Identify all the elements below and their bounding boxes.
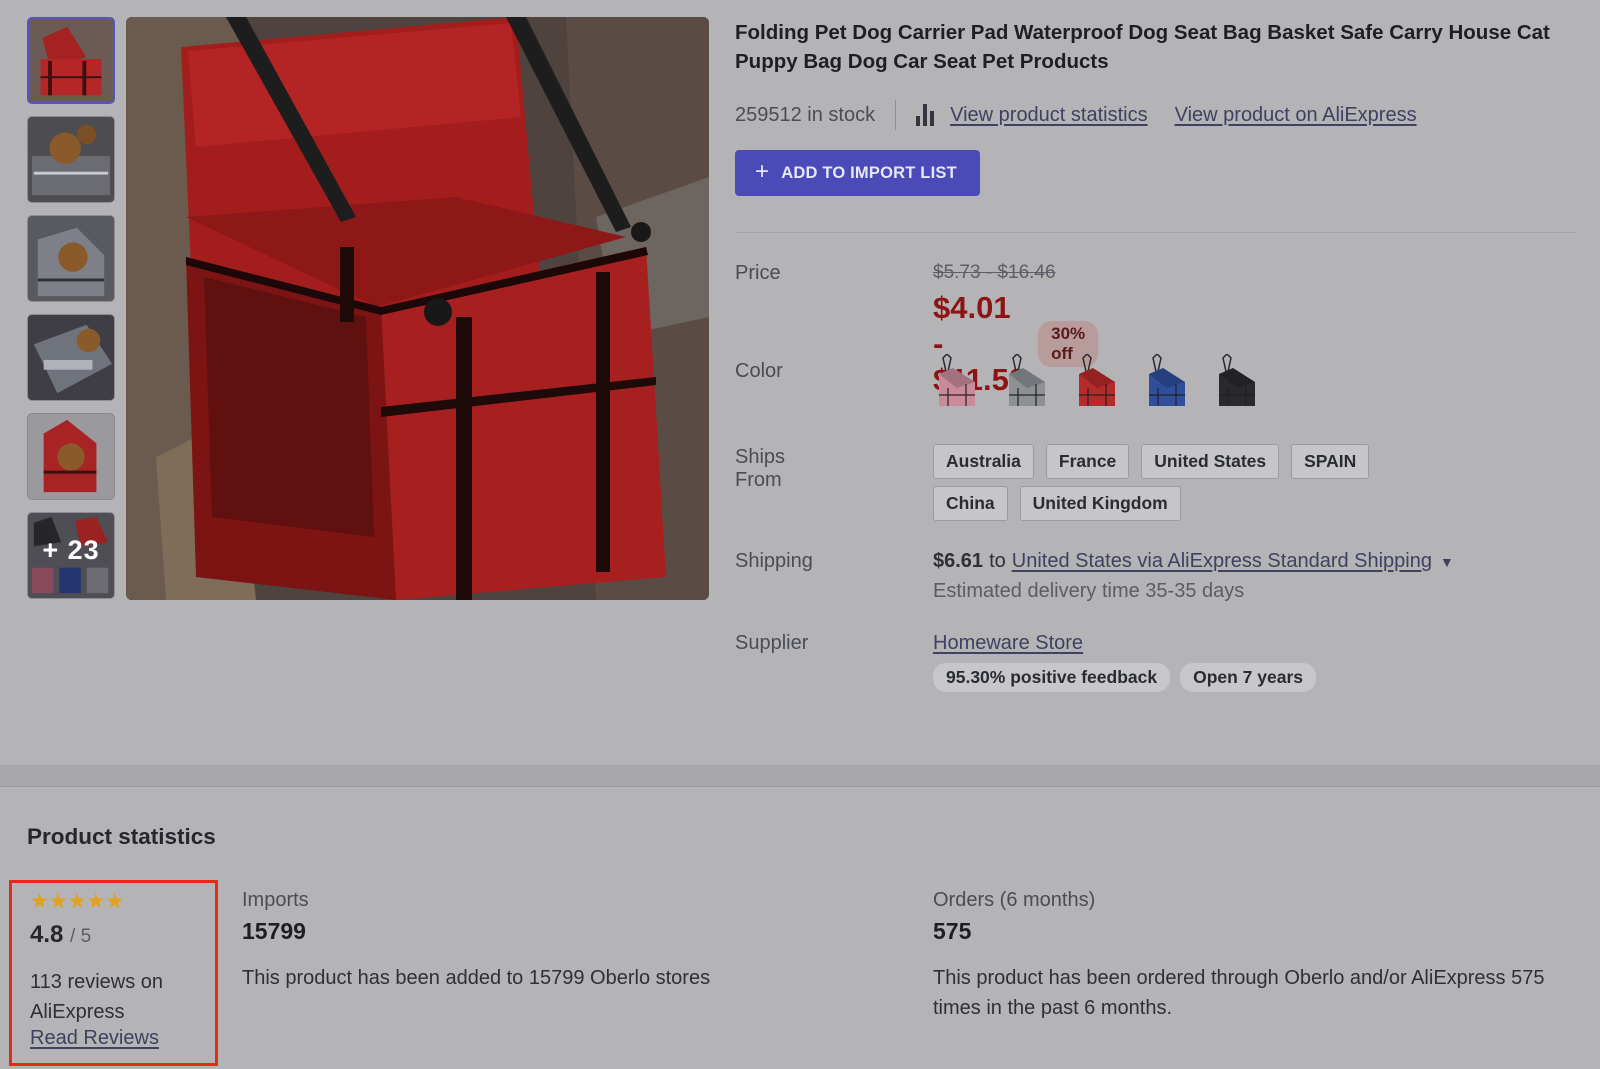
shipping-to-text: to — [989, 550, 1006, 572]
ships-from-united-kingdom[interactable]: United Kingdom — [1019, 486, 1181, 521]
orders-stat: Orders (6 months) 575 This product has b… — [933, 889, 1573, 1023]
ships-from-china[interactable]: China — [933, 486, 1008, 521]
rating-value-line: 4.8 / 5 — [30, 921, 215, 949]
imports-description: This product has been added to 15799 Obe… — [242, 967, 711, 989]
add-to-import-list-label: ADD TO IMPORT LIST — [781, 163, 957, 182]
section-separator — [0, 765, 1600, 787]
thumbnail-image — [29, 19, 113, 102]
color-swatch-black[interactable] — [1213, 354, 1259, 410]
meta-divider — [895, 100, 897, 130]
ships-from-spain[interactable]: SPAIN — [1291, 444, 1370, 479]
imports-stat: Imports 15799 This product has been adde… — [242, 889, 802, 993]
star-rating-icon: ★★★★★ — [30, 890, 125, 913]
thumbnail-image — [28, 315, 114, 400]
orders-label: Orders (6 months) — [933, 889, 1096, 911]
thumbnail-image — [28, 216, 114, 301]
thumbnail-4[interactable] — [27, 314, 115, 401]
color-label: Color — [735, 360, 783, 382]
thumbnail-2[interactable] — [27, 116, 115, 203]
product-statistics-title: Product statistics — [27, 824, 216, 849]
carrier-icon — [939, 354, 975, 406]
orders-description: This product has been ordered through Ob… — [933, 967, 1545, 1019]
shipping-label: Shipping — [735, 550, 813, 572]
supplier-age-badge: Open 7 years — [1180, 663, 1316, 692]
product-title: Folding Pet Dog Carrier Pad Waterproof D… — [735, 21, 1550, 73]
ships-from-options: Australia France United States SPAIN Chi… — [933, 444, 1403, 521]
bar-chart-icon — [916, 104, 935, 126]
shipping-details: $6.61 to United States via AliExpress St… — [933, 550, 1573, 603]
plus-icon: + — [755, 157, 770, 185]
rating-value: 4.8 — [30, 921, 64, 948]
price-label: Price — [735, 262, 781, 284]
carrier-icon — [1079, 354, 1115, 406]
thumbnail-3[interactable] — [27, 215, 115, 302]
carrier-icon — [1219, 354, 1255, 406]
thumbnail-image — [28, 414, 114, 499]
thumbnail-more[interactable]: + 23 — [27, 512, 115, 599]
ships-from-united-states[interactable]: United States — [1141, 444, 1280, 479]
ships-from-australia[interactable]: Australia — [933, 444, 1034, 479]
supplier-feedback-badge: 95.30% positive feedback — [933, 663, 1171, 692]
carrier-icon — [1009, 354, 1045, 406]
review-count: 113 reviews on AliExpress — [30, 971, 164, 1023]
thumbnail-list: + 23 — [27, 17, 115, 611]
thumbnail-5[interactable] — [27, 413, 115, 500]
shipping-price: $6.61 — [933, 550, 984, 572]
stock-count: 259512 in stock — [735, 103, 876, 126]
color-swatch-pink[interactable] — [933, 354, 979, 410]
imports-label: Imports — [242, 889, 309, 911]
product-photo — [126, 17, 709, 600]
color-swatch-grey[interactable] — [1003, 354, 1049, 410]
carrier-icon — [1149, 354, 1185, 406]
color-swatch-red[interactable] — [1073, 354, 1119, 410]
main-product-image[interactable] — [126, 17, 709, 600]
ships-from-france[interactable]: France — [1045, 444, 1130, 479]
imports-value: 15799 — [242, 918, 306, 944]
shipping-method-link[interactable]: United States via AliExpress Standard Sh… — [1012, 550, 1432, 573]
supplier-details: Homeware Store 95.30% positive feedback … — [933, 632, 1573, 692]
ships-from-label: Ships From — [735, 446, 786, 491]
color-swatches — [933, 354, 1259, 410]
view-on-aliexpress-link[interactable]: View product on AliExpress — [1175, 104, 1417, 127]
product-meta-row: 259512 in stock View product statistics … — [735, 100, 1575, 130]
product-info: Folding Pet Dog Carrier Pad Waterproof D… — [735, 18, 1576, 233]
more-images-count: + 23 — [42, 535, 100, 565]
supplier-name-link[interactable]: Homeware Store — [933, 632, 1573, 655]
thumbnail-1[interactable] — [27, 17, 115, 104]
color-swatch-blue[interactable] — [1143, 354, 1189, 410]
view-product-statistics-link[interactable]: View product statistics — [950, 104, 1148, 127]
section-divider — [735, 232, 1576, 233]
delivery-estimate: Estimated delivery time 35-35 days — [933, 580, 1245, 602]
original-price: $5.73 - $16.46 — [933, 262, 1056, 283]
supplier-label: Supplier — [735, 632, 809, 654]
add-to-import-list-button[interactable]: + ADD TO IMPORT LIST — [735, 150, 980, 196]
rating-scale: / 5 — [70, 926, 92, 947]
chevron-down-icon[interactable]: ▼ — [1440, 554, 1454, 570]
orders-value: 575 — [933, 918, 972, 944]
rating-card: ★★★★★ 4.8 / 5 113 reviews on AliExpress … — [9, 880, 218, 1066]
thumbnail-image — [28, 117, 114, 202]
read-reviews-link[interactable]: Read Reviews — [30, 1027, 159, 1050]
